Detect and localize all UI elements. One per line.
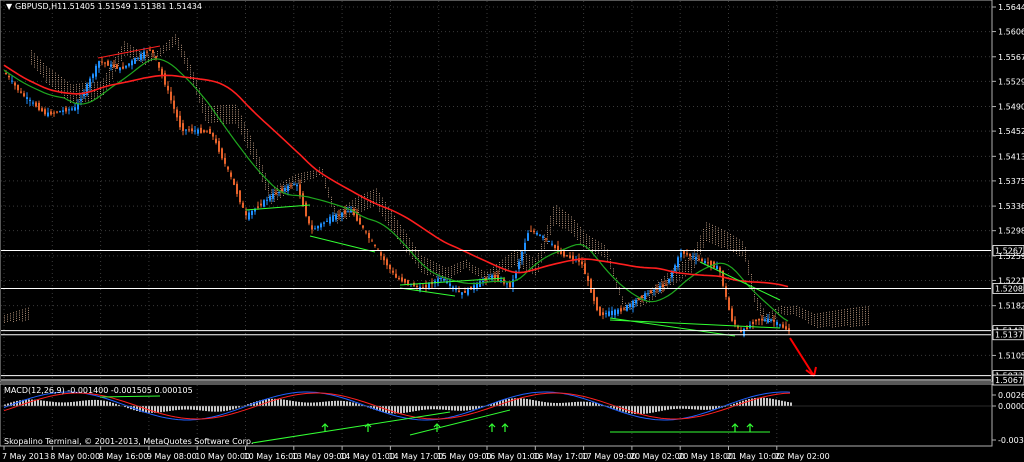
price-tick-label: 1.54130 (998, 152, 1024, 161)
price-tick-label: 1.52590 (998, 252, 1024, 261)
price-tick-label: 1.53750 (998, 177, 1024, 186)
copyright-label: Skopalino Terminal, © 2001-2013, MetaQuo… (4, 437, 253, 446)
price-tick-label: 1.53360 (998, 202, 1024, 211)
time-tick-label: 15 May 09:00 (437, 452, 492, 461)
price-chart-canvas[interactable]: 1.526731.520861.514341.513701.507381.506… (0, 0, 1024, 462)
ohlc-label: 1.51405 1.51549 1.51381 1.51434 (62, 2, 202, 11)
time-tick-label: 9 May 08:00 (147, 452, 197, 461)
time-tick-label: 14 May 01:00 (340, 452, 395, 461)
price-tick-label: 1.52980 (998, 227, 1024, 236)
time-tick-label: 13 May 09:00 (292, 452, 347, 461)
time-tick-label: 20 May 02:00 (630, 452, 685, 461)
time-tick-label: 16 May 17:00 (533, 452, 588, 461)
price-tick-label: 1.54520 (998, 127, 1024, 136)
level-label: 1.51370 (995, 331, 1024, 340)
macd-tick-label: 0.0026 (998, 391, 1024, 400)
time-tick-label: 10 May 00:00 (195, 452, 250, 461)
time-tick-label: 8 May 00:00 (50, 452, 100, 461)
price-tick-label: 1.51050 (998, 351, 1024, 360)
price-tick-label: 1.51820 (998, 302, 1024, 311)
price-tick-label: 1.52210 (998, 276, 1024, 285)
price-tick-label: 1.55290 (998, 77, 1024, 86)
time-tick-label: 20 May 18:00 (678, 452, 733, 461)
time-tick-label: 14 May 17:00 (388, 452, 443, 461)
macd-tick-label: 0.0000 (998, 402, 1024, 411)
time-tick-label: 10 May 16:00 (244, 452, 299, 461)
time-tick-label: 17 May 09:00 (582, 452, 637, 461)
chart-header-arrow[interactable]: ▼ (6, 2, 13, 11)
price-tick-label: 1.56060 (998, 28, 1024, 37)
macd-label: MACD(12,26,9) -0.001400 -0.001505 0.0001… (4, 386, 193, 395)
time-tick-label: 22 May 02:00 (775, 452, 830, 461)
macd-tick-label: -0.00387 (998, 436, 1024, 445)
level-label: 1.52086 (995, 284, 1024, 293)
time-tick-label: 21 May 10:00 (727, 452, 782, 461)
price-tick-label: 1.55670 (998, 53, 1024, 62)
trading-terminal-chart: 1.526731.520861.514341.513701.507381.506… (0, 0, 1024, 462)
time-tick-label: 7 May 2013 (2, 452, 49, 461)
price-tick-label: 1.54900 (998, 103, 1024, 112)
time-tick-label: 16 May 01:00 (485, 452, 540, 461)
time-tick-label: 8 May 16:00 (99, 452, 149, 461)
symbol-label: GBPUSD,H1 (15, 2, 62, 11)
level-label: 1.50670 (995, 376, 1024, 385)
price-tick-label: 1.56440 (998, 3, 1024, 12)
